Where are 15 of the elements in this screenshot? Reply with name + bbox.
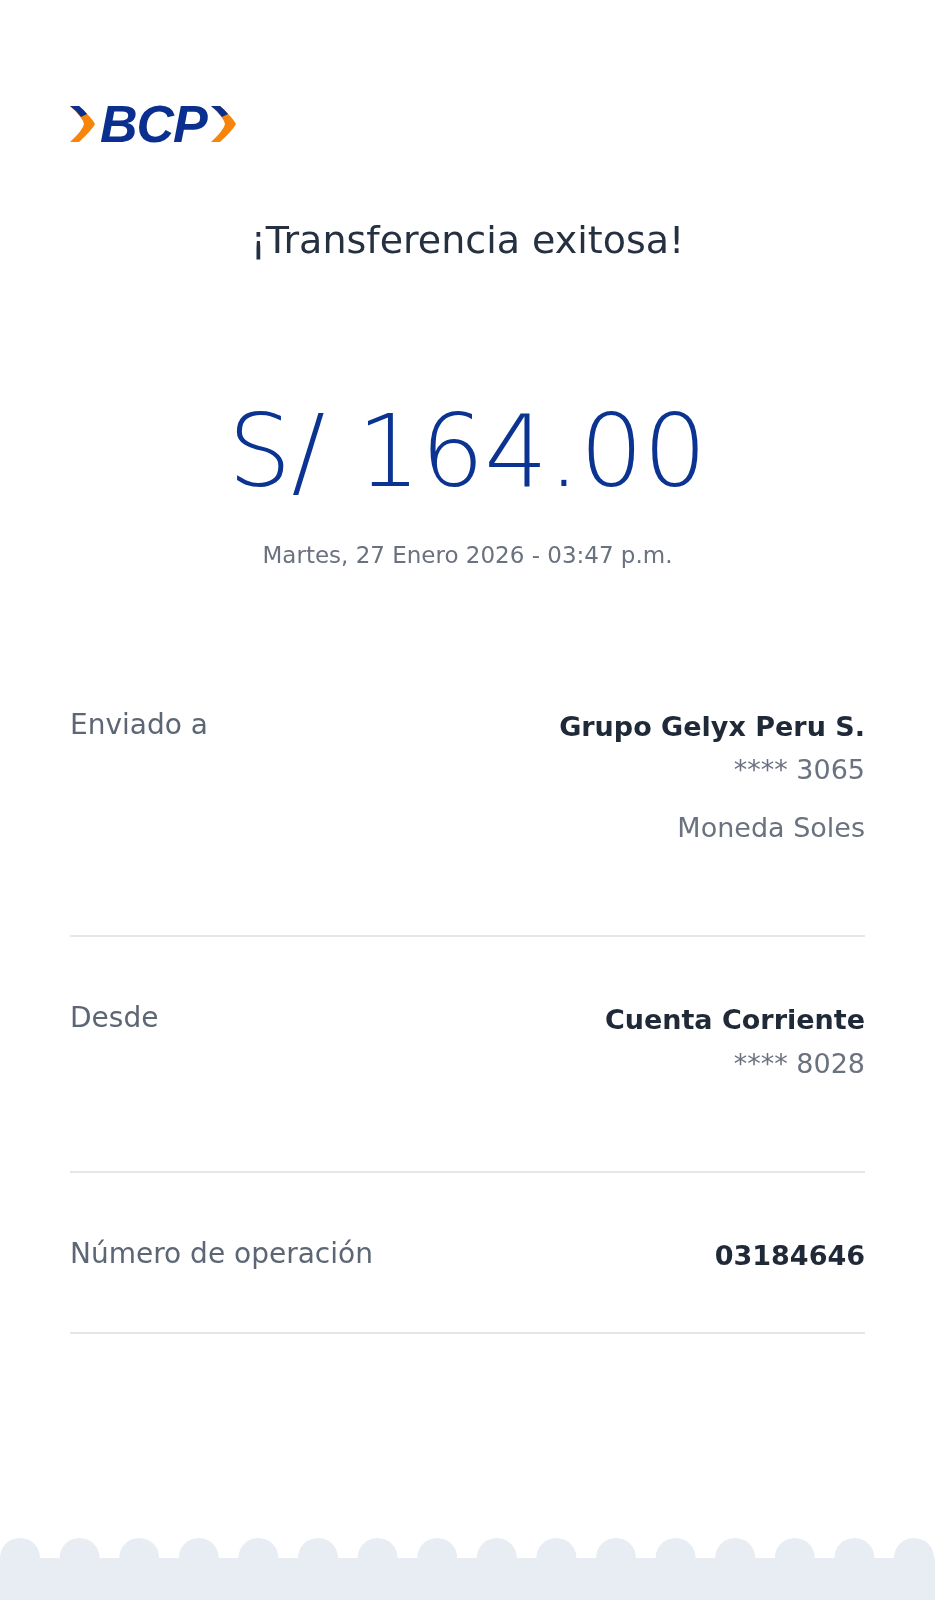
- chevron-icon: [70, 104, 96, 144]
- masked-account-number: **** 3065: [733, 753, 865, 788]
- currency-text: Moneda Soles: [677, 811, 865, 846]
- date-time: Martes, 27 Enero 2026 - 03:47 p.m.: [261, 541, 674, 568]
- masked-account-number: **** 8028: [733, 1046, 865, 1081]
- detail-label: Número de operación: [70, 1236, 373, 1270]
- amount: S/ 164.00: [227, 401, 708, 502]
- recipient-name: Cuenta Corriente: [604, 1003, 865, 1037]
- bank-logo: BCP: [100, 98, 207, 150]
- chevron-icon: [210, 104, 237, 144]
- detail-label: Desde: [70, 1001, 159, 1034]
- recipient-name: 03184646: [714, 1238, 865, 1273]
- recipient-name: Grupo Gelyx Peru S.: [559, 709, 865, 744]
- detail-label: Enviado a: [70, 707, 208, 741]
- success-title: ¡Transferencia exitosa!: [249, 218, 686, 264]
